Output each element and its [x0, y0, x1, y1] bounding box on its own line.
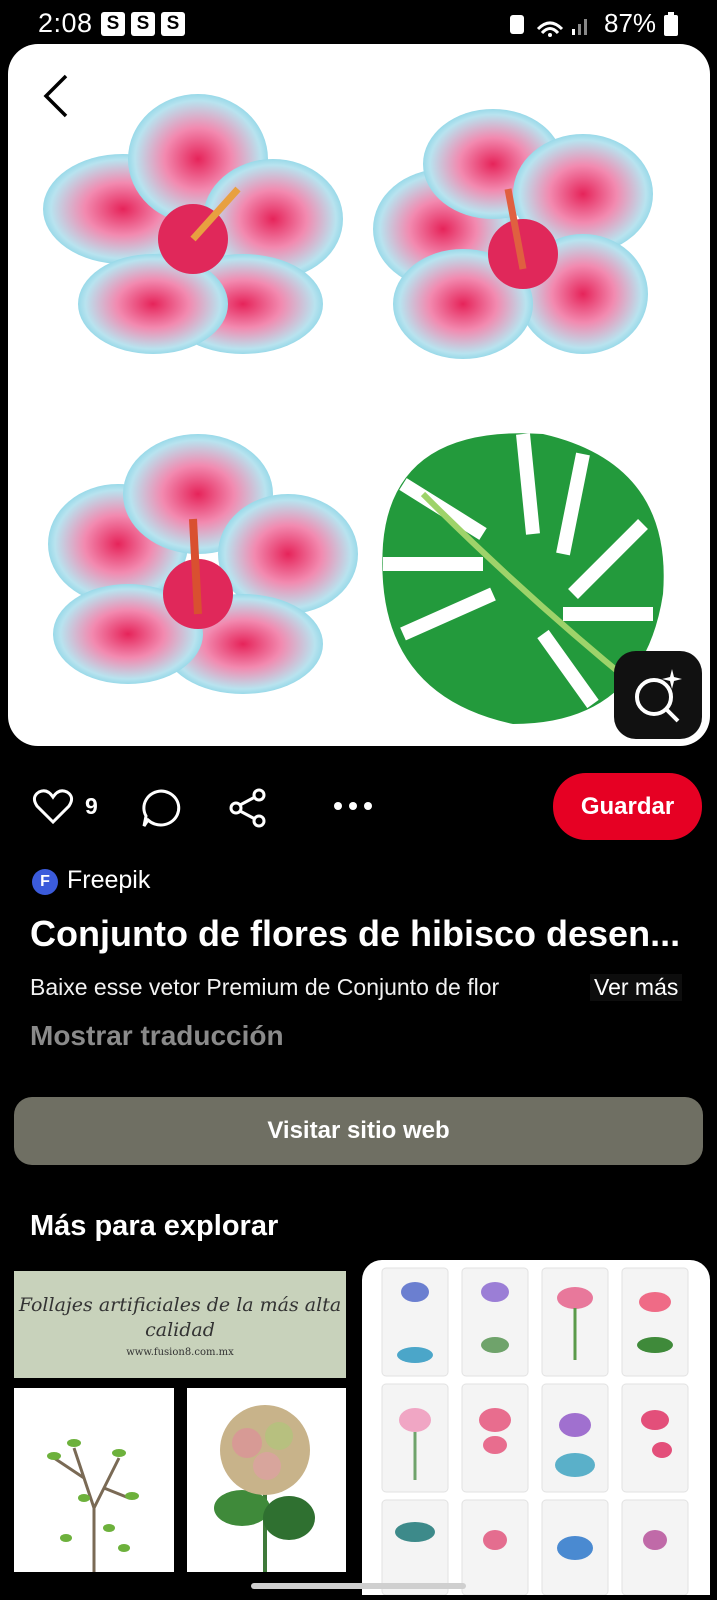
show-translation-link[interactable]: Mostrar traducción: [30, 1020, 284, 1052]
like-count: 9: [85, 793, 98, 819]
see-more-link[interactable]: Ver más: [590, 974, 683, 1001]
back-arrow-icon[interactable]: [42, 72, 70, 120]
gesture-nav-bar[interactable]: [251, 1583, 466, 1589]
banner-text: Follajes artificiales de la más alta cal…: [18, 1294, 342, 1341]
battery-icon: [664, 12, 678, 36]
comment-icon[interactable]: [140, 788, 182, 830]
save-button[interactable]: Guardar: [553, 773, 702, 840]
explore-pin-branch[interactable]: [14, 1388, 174, 1572]
notification-s-icon: S: [161, 12, 185, 36]
battery-percent: 87%: [604, 8, 657, 38]
pin-description: Baixe esse vetor Premium de Conjunto de …: [30, 974, 500, 1000]
section-heading: Más para explorar: [30, 1210, 279, 1242]
hibiscus-illustration: [43, 94, 664, 724]
more-options-icon[interactable]: [332, 800, 374, 812]
notification-s-icon: S: [131, 12, 155, 36]
heart-icon[interactable]: [32, 788, 74, 826]
source-avatar[interactable]: F: [32, 869, 58, 895]
lens-search-icon: [635, 669, 682, 723]
notification-s-icon: S: [101, 12, 125, 36]
visual-search-button[interactable]: [614, 651, 702, 739]
lotus-collection-image: [381, 1267, 689, 1596]
share-icon[interactable]: [228, 788, 268, 828]
explore-pin-hydrangea[interactable]: [187, 1388, 346, 1572]
wifi-signal-icon: [510, 15, 587, 37]
branch-image: [47, 1439, 139, 1572]
visit-website-button[interactable]: Visitar sitio web: [14, 1097, 703, 1165]
explore-pin-lotus-set[interactable]: [362, 1260, 710, 1596]
pin-title: Conjunto de flores de hibisco desen...: [30, 913, 681, 954]
hydrangea-image: [214, 1405, 315, 1572]
pin-image[interactable]: [8, 44, 710, 746]
status-bar: 2:08 S S S 87%: [0, 0, 717, 46]
source-name[interactable]: Freepik: [67, 866, 150, 895]
explore-pin-banner[interactable]: Follajes artificiales de la más alta cal…: [14, 1271, 346, 1378]
banner-url: www.fusion8.com.mx: [126, 1347, 234, 1358]
status-time: 2:08: [38, 8, 93, 38]
